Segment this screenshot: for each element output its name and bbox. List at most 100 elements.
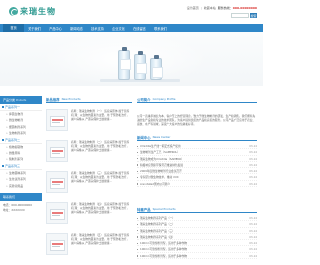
contact-info: 电话：000-00000000 地址：XXXXXXX — [0, 201, 42, 215]
news-item-date: 03-14 — [249, 175, 257, 180]
news-item-date: 03-14 — [249, 150, 257, 155]
sidebar-subtitle: Products — [15, 99, 27, 102]
product-bottle-image — [150, 55, 163, 80]
company-subtitle: Company Profile — [152, 97, 176, 101]
nav-news[interactable]: 新闻动态 — [66, 26, 87, 31]
sidebar-item[interactable]: 实验室用品 — [0, 183, 42, 190]
special-item-date: 03-14 — [249, 247, 257, 252]
company-description: 公司一直秉承诚信为本、客户至上的经营理念，致力于微生物制剂的研发、生产和销售。我… — [137, 114, 256, 126]
special-item-date: 03-14 — [249, 228, 257, 233]
company-heading: 公司简介 Company Profile — [137, 96, 257, 103]
news-heading: 新闻中心 News Center — [137, 134, 257, 141]
news-title: 新闻中心 — [137, 135, 151, 140]
search-button[interactable]: 搜索 — [250, 13, 257, 18]
product-card[interactable]: 名称：瑞来生物制剂（二） 适应病原体:属于营养机 理：以生物抗菌素为主要，用 于… — [46, 136, 132, 167]
product-image[interactable] — [46, 202, 68, 224]
divider: | — [200, 6, 202, 10]
news-item-title[interactable]: 积极响应国家环保号召推进绿色发展 — [137, 162, 183, 167]
hero-banner — [0, 32, 263, 86]
hotline-label: 服务热线： — [217, 6, 233, 10]
top-links: 设为首页 | 收藏本站 服务热线：000-00000000 — [187, 6, 257, 10]
company-title: 公司简介 — [137, 97, 151, 102]
product-image[interactable] — [46, 109, 68, 131]
nav-about[interactable]: 关于我们 — [24, 26, 45, 31]
special-item-title[interactable]: 瑞来生物制剂系列产品（一） — [137, 215, 175, 220]
news-item-title[interactable]: Annotated国内公司简介 — [137, 181, 170, 186]
sidebar: 产品分类 Products 产品系列一 抑菌生物剂 微生物制剂 细菌制剂系列 生… — [0, 96, 42, 265]
product-card[interactable]: 名称：瑞来生物制剂（五） 适应病原体:属于营养机 理：以生物抗菌素为主要，用 于… — [46, 229, 132, 260]
product-image[interactable] — [46, 171, 68, 193]
special-heading: 特惠产品 Special Products — [137, 206, 257, 213]
news-item-date: 03-14 — [249, 181, 257, 186]
product-box-image — [50, 178, 65, 189]
logo-text: 来瑞生物 — [20, 5, 56, 16]
news-subtitle: News Center — [152, 135, 171, 139]
new-products-section: 新品推荐 New Products 名称：瑞来生物制剂（一） 适应病原体:属于营… — [46, 96, 132, 265]
nav-culture[interactable]: 企业文化 — [108, 26, 129, 31]
sidebar-category[interactable]: 产品系列二 — [0, 137, 42, 144]
product-bottle-image — [118, 47, 131, 80]
product-card[interactable]: 名称：瑞来生物制剂（三） 适应病原体:属于营养机 理：以生物抗菌素为主要，用 于… — [46, 167, 132, 198]
products-subtitle: New Products — [61, 97, 81, 101]
news-item-title[interactable]: 瑞来生物成为Xmiddle（SAMEKO） — [137, 156, 184, 161]
set-homepage-link[interactable]: 设为首页 — [187, 6, 199, 10]
search-input[interactable] — [231, 13, 249, 18]
special-item-title[interactable]: 瑞来生物制剂系列产品（二） — [137, 221, 175, 226]
sidebar-category[interactable]: 产品系列三 — [0, 163, 42, 170]
search-bar: 搜索 — [231, 13, 257, 18]
logo[interactable]: 来瑞生物 — [9, 4, 56, 18]
contact-address: 地址：XXXXXXX — [3, 207, 25, 212]
product-box-image — [50, 209, 65, 220]
news-item-date: 03-14 — [249, 156, 257, 161]
news-item-title[interactable]: Xmiddle生产线一期正式投产使用 — [137, 143, 181, 148]
product-image[interactable] — [46, 140, 68, 162]
product-image[interactable] — [46, 233, 68, 255]
product-description: 名称：瑞来生物制剂（二） 适应病原体:属于营养机 理：以生物抗菌素为主要，用 于… — [71, 140, 130, 153]
special-subtitle: Special Products — [152, 207, 176, 211]
product-box-image — [50, 240, 65, 251]
news-item[interactable]: Annotated国内公司简介 03-14 — [137, 181, 257, 188]
special-item[interactable]: 100ml 可溶性粉剂型，适用于多种作物 03-14 — [137, 253, 257, 260]
product-description: 名称：瑞来生物制剂（四） 适应病原体:属于营养机 理：以生物抗菌素为主要，用 于… — [71, 202, 130, 215]
special-item-title[interactable]: 100ml 可溶性粉剂型，适用于多种作物 — [137, 246, 187, 251]
product-description: 名称：瑞来生物制剂（一） 适应病原体:属于营养机 理：以生物抗菌素为主要，用 于… — [71, 109, 130, 122]
nav-tech[interactable]: 技术支持 — [87, 26, 108, 31]
special-item-title[interactable]: 100ml 可溶性粉剂型，适用于多种作物 — [137, 253, 187, 258]
news-item-title[interactable]: 2009年度微生物制剂行业会议召开 — [137, 168, 182, 173]
product-card[interactable]: 名称：瑞来生物制剂（四） 适应病原体:属于营养机 理：以生物抗菌素为主要，用 于… — [46, 198, 132, 229]
sidebar-title: 产品分类 — [3, 98, 16, 102]
special-list: 瑞来生物制剂系列产品（一） 03-14 瑞来生物制剂系列产品（二） 03-14 瑞来… — [137, 215, 257, 260]
product-box-image — [50, 147, 65, 158]
news-item-date: 03-14 — [249, 169, 257, 174]
nav-contact[interactable]: 联系我们 — [150, 26, 171, 31]
news-item-title[interactable]: 专家研讨微生物技术，推动 XXX — [137, 174, 179, 179]
products-title: 新品推荐 — [46, 97, 60, 102]
product-description: 名称：瑞来生物制剂（五） 适应病原体:属于营养机 理：以生物抗菌素为主要，用 于… — [71, 233, 130, 246]
product-description: 名称：瑞来生物制剂（三） 适应病原体:属于营养机 理：以生物抗菌素为主要，用 于… — [71, 171, 130, 184]
nav-products[interactable]: 产品中心 — [45, 26, 66, 31]
special-item-date: 03-14 — [249, 241, 257, 246]
special-item-title[interactable]: 瑞来生物制剂系列产品（四） — [137, 234, 175, 239]
product-bottle-image — [134, 51, 147, 80]
products-heading: 新品推荐 New Products — [46, 96, 132, 103]
hotline: 服务热线：000-00000000 — [218, 6, 257, 10]
sidebar-category[interactable]: 产品系列一 — [0, 104, 42, 111]
news-item-title[interactable]: 生物制剂生产工艺（SAMEKOL） — [137, 149, 180, 154]
special-item-title[interactable]: 100ml 可溶性粉剂型，适用于多种作物 — [137, 240, 187, 245]
special-item-date: 03-14 — [249, 222, 257, 227]
contact-heading: 联系我们 — [0, 192, 42, 201]
nav-home[interactable]: 首页 — [3, 24, 24, 32]
bookmark-link[interactable]: 收藏本站 — [204, 6, 216, 10]
product-card[interactable]: 名称：瑞来生物制剂（一） 适应病原体:属于营养机 理：以生物抗菌素为主要，用 于… — [46, 105, 132, 136]
special-title: 特惠产品 — [137, 207, 151, 212]
logo-icon — [9, 6, 18, 16]
sidebar-heading: 产品分类 Products — [0, 96, 42, 104]
special-item-date: 03-14 — [249, 216, 257, 220]
special-item-title[interactable]: 瑞来生物制剂系列产品（三） — [137, 228, 175, 233]
special-item-date: 03-14 — [249, 234, 257, 239]
nav-message[interactable]: 在线留言 — [129, 26, 150, 31]
product-box-image — [50, 116, 65, 127]
site-header: 来瑞生物 设为首页 | 收藏本站 服务热线：000-00000000 搜索 — [0, 0, 263, 22]
news-item-date: 03-14 — [249, 162, 257, 167]
special-item-date: 03-14 — [249, 253, 257, 258]
